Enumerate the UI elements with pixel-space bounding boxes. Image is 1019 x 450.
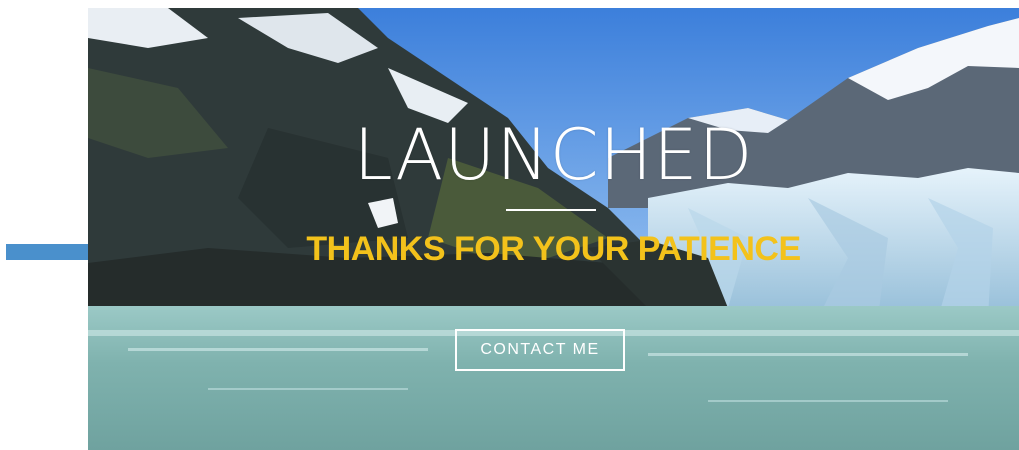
hero-title: LAUNCHED	[353, 114, 754, 196]
contact-me-button[interactable]: CONTACT ME	[455, 329, 625, 371]
hero-subtitle: THANKS FOR YOUR PATIENCE	[306, 230, 801, 268]
hero-background-image	[88, 8, 1019, 450]
page: LAUNCHED THANKS FOR YOUR PATIENCE CONTAC…	[0, 0, 1019, 450]
hero-section: LAUNCHED THANKS FOR YOUR PATIENCE CONTAC…	[88, 8, 1019, 450]
title-divider	[506, 209, 596, 211]
